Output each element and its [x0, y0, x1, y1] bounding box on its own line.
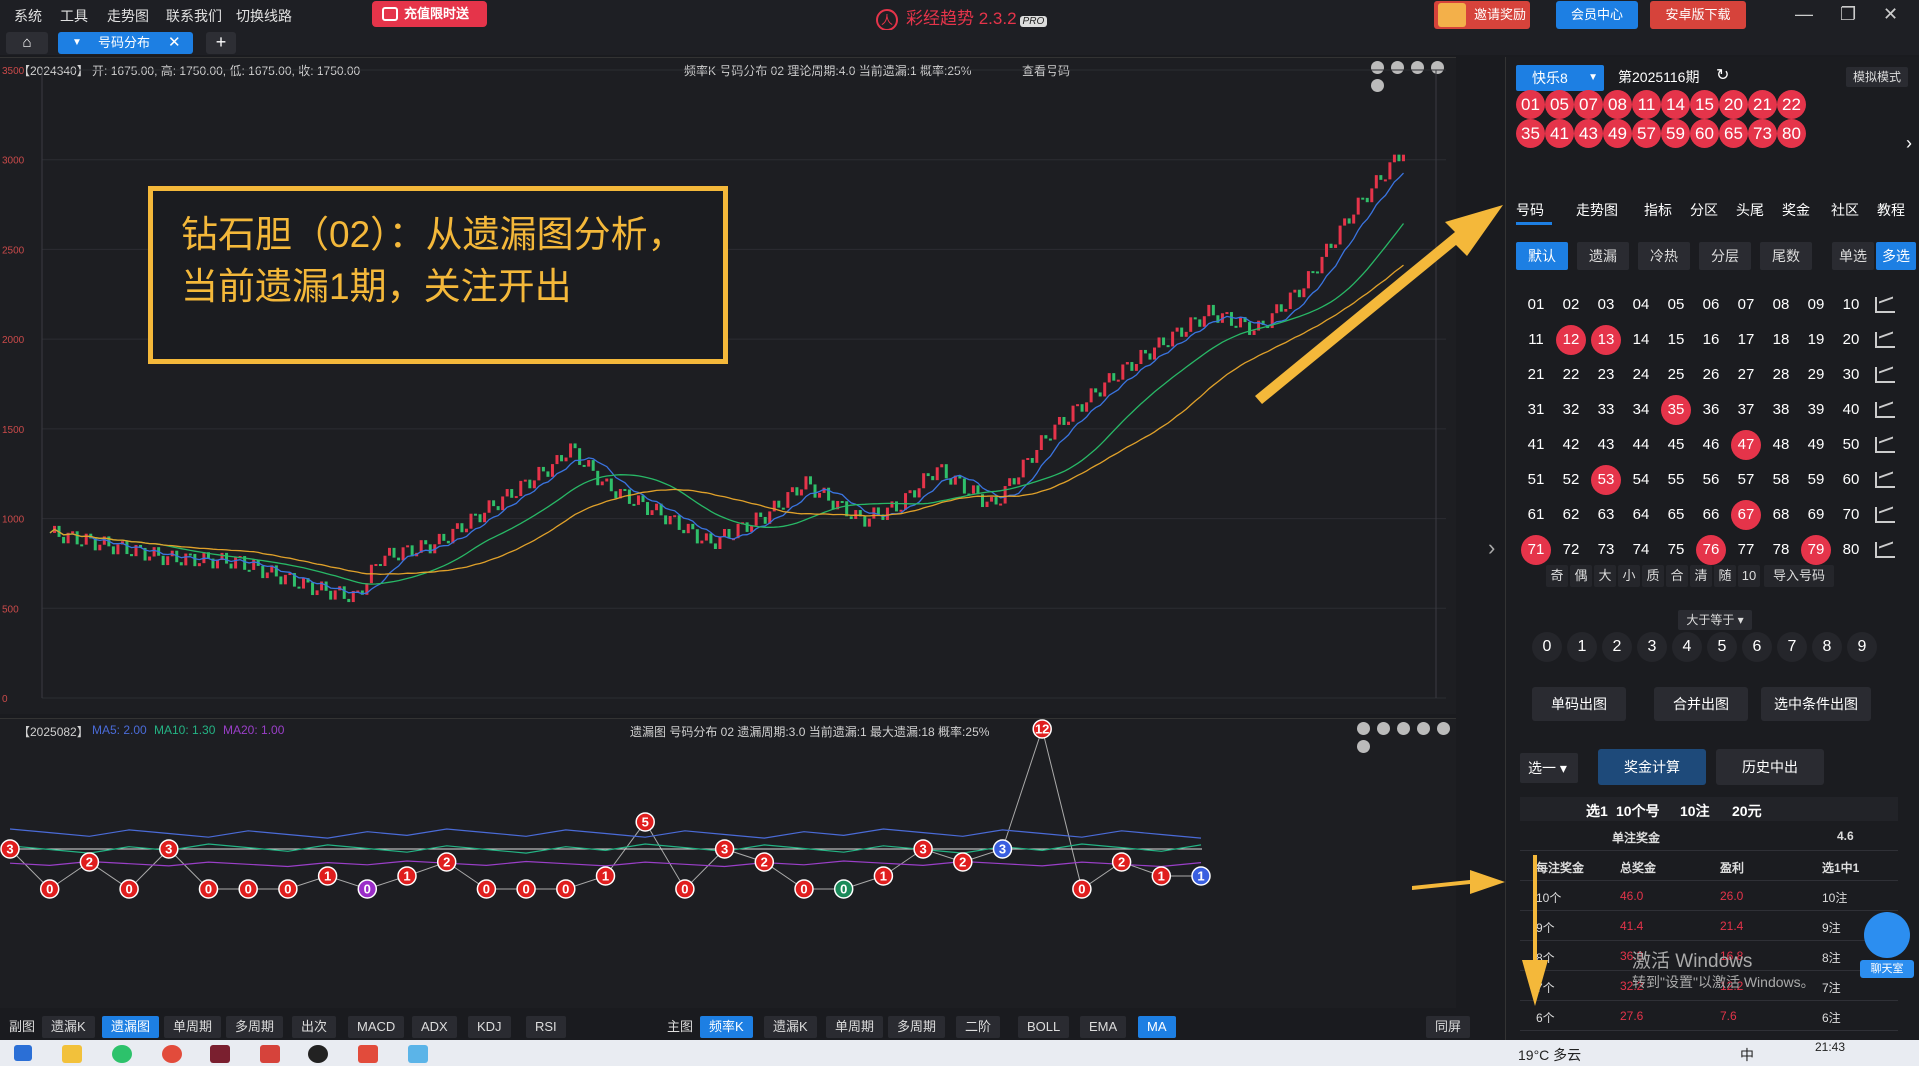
wechat-icon[interactable]: [112, 1045, 132, 1063]
chrome-icon[interactable]: [162, 1045, 182, 1063]
annotation-arrows: [1255, 205, 1548, 1006]
arrow-down-prize-table: [1522, 855, 1548, 1006]
explorer-icon[interactable]: [62, 1045, 82, 1063]
notepad-icon[interactable]: [408, 1045, 428, 1063]
qq-icon[interactable]: [308, 1045, 328, 1063]
arrow-to-panel-tabs: [1255, 205, 1503, 404]
app-icon[interactable]: [210, 1045, 230, 1063]
start-icon[interactable]: [14, 1045, 32, 1061]
weather-text[interactable]: 19°C 多云: [1518, 1045, 1581, 1065]
ime-indicator[interactable]: 中: [1740, 1045, 1754, 1065]
wps-icon[interactable]: [358, 1045, 378, 1063]
lottery-app-icon[interactable]: [260, 1045, 280, 1063]
clock[interactable]: 21:43: [1815, 1040, 1845, 1054]
arrow-to-prize-table: [1412, 870, 1505, 894]
taskbar: 19°C 多云 中 21:43: [0, 1040, 1919, 1066]
